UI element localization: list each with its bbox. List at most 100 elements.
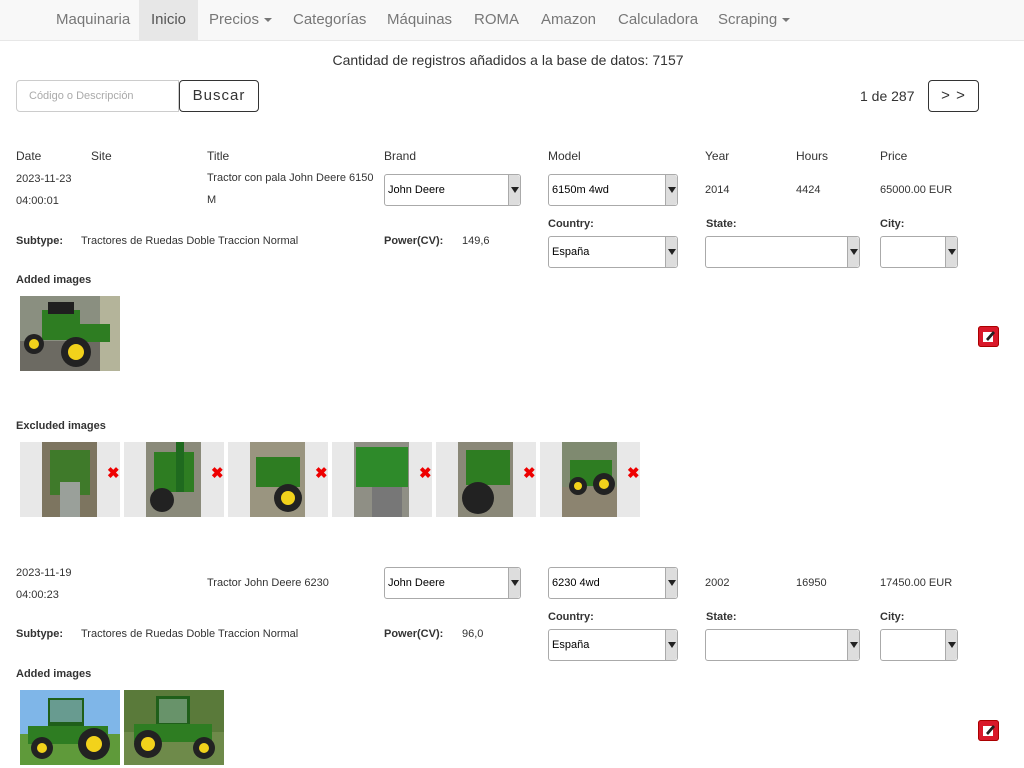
delete-x-icon[interactable]: ✖ <box>627 464 640 482</box>
state-select[interactable] <box>705 236 860 268</box>
column-header-model: Model <box>548 149 581 163</box>
country-select[interactable]: España <box>548 236 678 268</box>
column-header-brand: Brand <box>384 149 417 163</box>
country-label: Country: <box>548 218 594 230</box>
nav-item-amazon[interactable]: Amazon <box>529 0 608 40</box>
nav-label: Inicio <box>151 11 187 28</box>
dropdown-arrow-icon <box>665 237 677 267</box>
city-select[interactable] <box>880 236 958 268</box>
search-button[interactable]: Buscar <box>179 80 259 112</box>
record-hours: 4424 <box>796 184 821 196</box>
delete-x-icon[interactable]: ✖ <box>419 464 432 482</box>
model-select[interactable]: 6150m 4wd <box>548 174 678 206</box>
edit-icon[interactable] <box>978 720 999 741</box>
added-image-thumbnail[interactable] <box>124 690 224 765</box>
delete-x-icon[interactable]: ✖ <box>523 464 536 482</box>
record-hours: 16950 <box>796 577 827 589</box>
nav-item-categorias[interactable]: Categorías <box>281 0 378 40</box>
model-select[interactable]: 6230 4wd <box>548 567 678 599</box>
search-input[interactable] <box>16 80 179 112</box>
brand-select-value: John Deere <box>388 184 445 196</box>
column-header-date: Date <box>16 149 42 163</box>
city-label: City: <box>880 611 905 623</box>
nav-item-roma[interactable]: ROMA <box>462 0 531 40</box>
dropdown-arrow-icon <box>945 630 957 660</box>
country-select-value: España <box>552 246 590 258</box>
delete-x-icon[interactable]: ✖ <box>211 464 224 482</box>
country-select-value: España <box>552 639 590 651</box>
nav-item-precios[interactable]: Precios <box>197 0 284 40</box>
power-label: Power(CV): <box>384 628 444 640</box>
excluded-images-heading: Excluded images <box>16 420 106 432</box>
excluded-image-thumbnail[interactable] <box>20 442 120 517</box>
record-year: 2014 <box>705 184 730 196</box>
added-image-thumbnail[interactable] <box>20 296 120 371</box>
dropdown-arrow-icon <box>508 175 520 205</box>
dropdown-arrow-icon <box>508 568 520 598</box>
column-header-site: Site <box>91 149 112 163</box>
dropdown-arrow-icon <box>847 237 859 267</box>
power-label: Power(CV): <box>384 235 444 247</box>
country-label: Country: <box>548 611 594 623</box>
record-title: Tractor John Deere 6230 <box>207 577 329 589</box>
record-date: 2023-11-19 <box>16 567 72 579</box>
subtype-label: Subtype: <box>16 628 64 640</box>
added-image-thumbnail[interactable] <box>20 690 120 765</box>
nav-brand-maquinaria[interactable]: Maquinaria <box>44 0 142 40</box>
column-header-hours: Hours <box>796 149 829 163</box>
excluded-image-thumbnail[interactable] <box>332 442 432 517</box>
delete-x-icon[interactable]: ✖ <box>315 464 328 482</box>
subtype-label: Subtype: <box>16 235 64 247</box>
nav-label: Categorías <box>293 11 367 28</box>
record-year: 2002 <box>705 577 730 589</box>
excluded-image-thumbnail[interactable] <box>436 442 536 517</box>
excluded-image-thumbnail[interactable] <box>540 442 640 517</box>
state-select[interactable] <box>705 629 860 661</box>
subtype-value: Tractores de Ruedas Doble Traccion Norma… <box>81 235 299 247</box>
nav-item-calculadora[interactable]: Calculadora <box>606 0 710 40</box>
model-select-value: 6230 4wd <box>552 577 600 589</box>
excluded-image-thumbnail[interactable] <box>124 442 224 517</box>
caret-down-icon <box>782 18 791 23</box>
nav-item-inicio[interactable]: Inicio <box>139 0 199 40</box>
record-date: 2023-11-23 <box>16 173 72 185</box>
record-time: 04:00:01 <box>16 195 59 207</box>
nav-item-scraping[interactable]: Scraping <box>706 0 802 40</box>
city-label: City: <box>880 218 905 230</box>
nav-label: Precios <box>209 11 260 28</box>
power-value: 96,0 <box>462 628 484 640</box>
nav-label: ROMA <box>474 11 519 28</box>
nav-label: Amazon <box>541 11 597 28</box>
record-price: 17450.00 EUR <box>880 577 953 589</box>
added-images-heading: Added images <box>16 274 92 286</box>
caret-down-icon <box>264 18 273 23</box>
dropdown-arrow-icon <box>665 175 677 205</box>
nav-label: Maquinaria <box>56 11 131 28</box>
nav-label: Scraping <box>718 11 778 28</box>
subtype-value: Tractores de Ruedas Doble Traccion Norma… <box>81 628 299 640</box>
column-header-year: Year <box>705 149 730 163</box>
power-value: 149,6 <box>462 235 490 247</box>
nav-label: Máquinas <box>387 11 453 28</box>
delete-x-icon[interactable]: ✖ <box>107 464 120 482</box>
state-label: State: <box>706 611 737 623</box>
column-header-title: Title <box>207 149 230 163</box>
record-count-text: Cantidad de registros añadidos a la base… <box>332 52 684 68</box>
city-select[interactable] <box>880 629 958 661</box>
edit-icon[interactable] <box>978 326 999 347</box>
page-indicator: 1 de 287 <box>860 88 915 104</box>
record-title: Tractor con pala John Deere 6150 M <box>207 172 374 206</box>
nav-item-maquinas[interactable]: Máquinas <box>375 0 464 40</box>
excluded-image-thumbnail[interactable] <box>228 442 328 517</box>
brand-select[interactable]: John Deere <box>384 174 521 206</box>
model-select-value: 6150m 4wd <box>552 184 609 196</box>
dropdown-arrow-icon <box>847 630 859 660</box>
record-time: 04:00:23 <box>16 589 59 601</box>
added-images-heading: Added images <box>16 668 92 680</box>
brand-select[interactable]: John Deere <box>384 567 521 599</box>
next-page-button[interactable]: > > <box>928 80 979 112</box>
column-header-price: Price <box>880 149 908 163</box>
brand-select-value: John Deere <box>388 577 445 589</box>
record-price: 65000.00 EUR <box>880 184 953 196</box>
country-select[interactable]: España <box>548 629 678 661</box>
